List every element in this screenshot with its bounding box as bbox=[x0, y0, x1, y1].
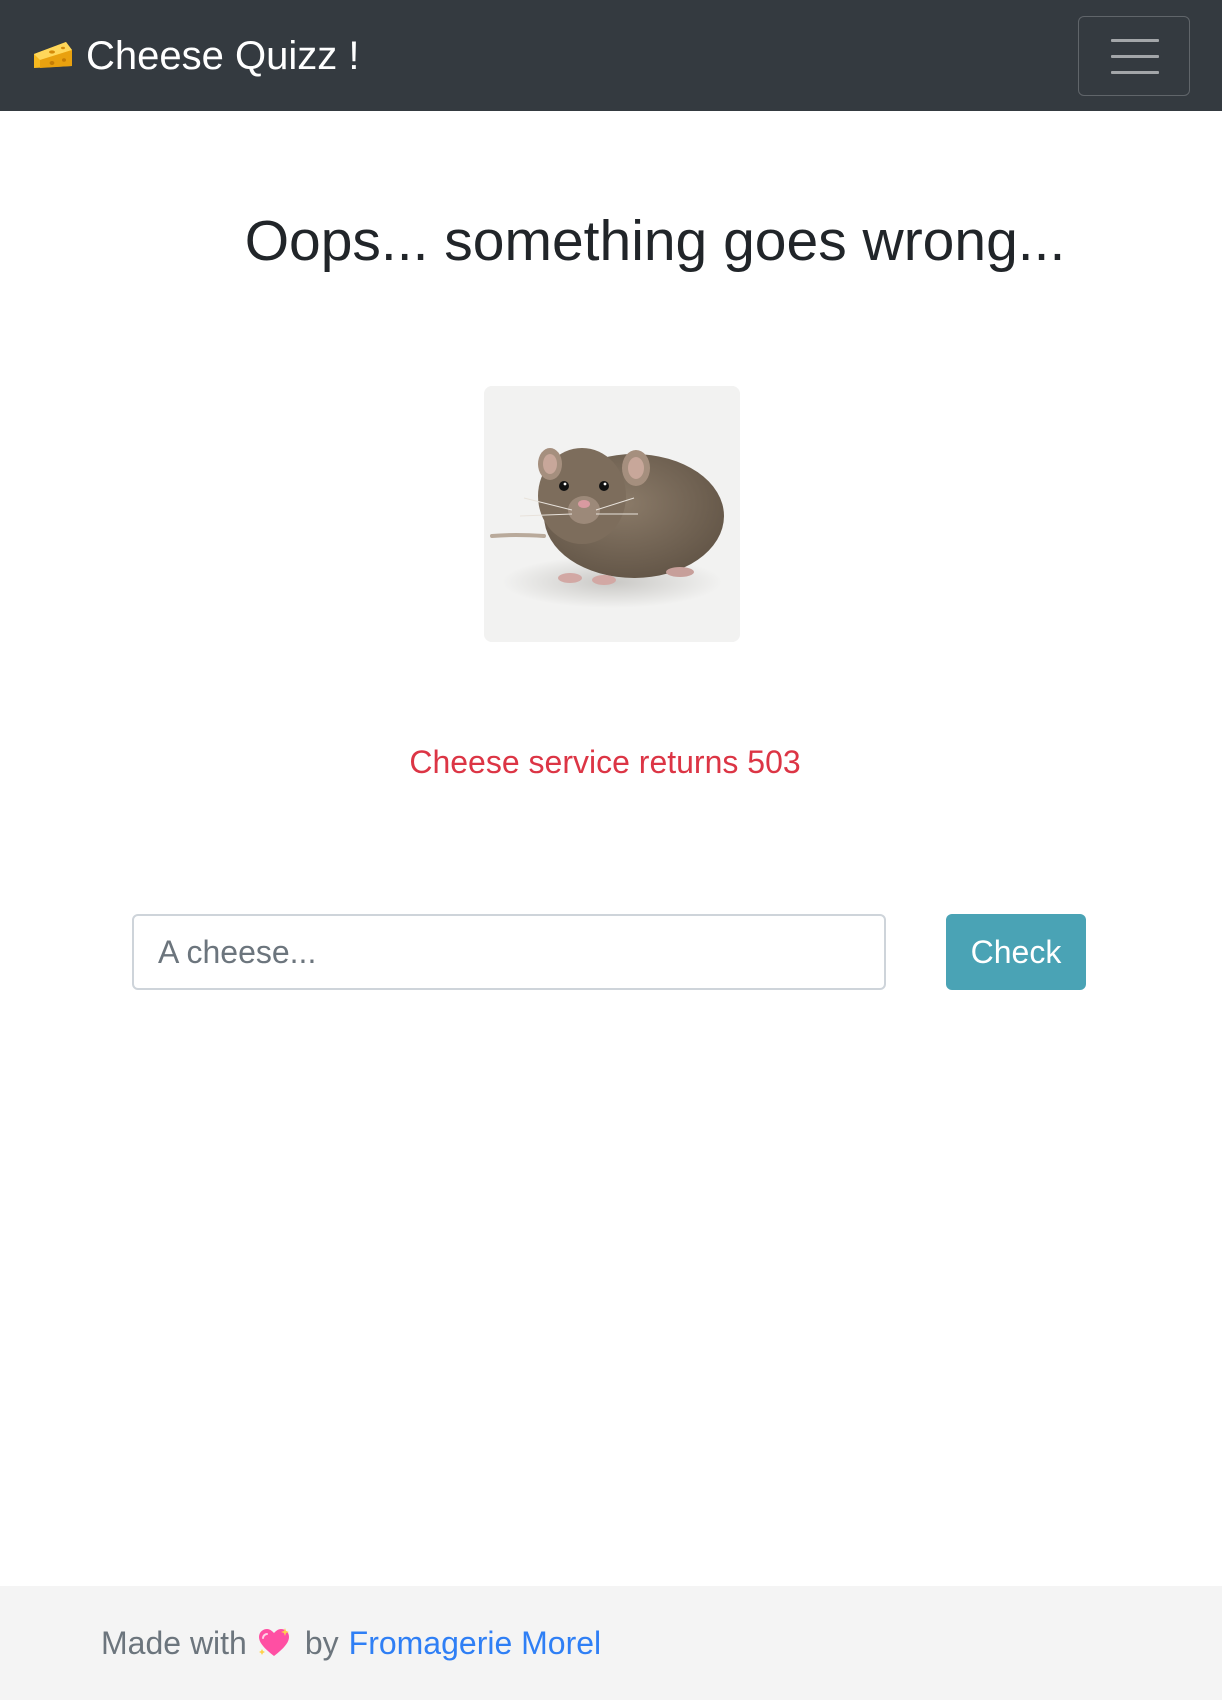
page-title: Oops... something goes wrong... bbox=[244, 209, 1066, 273]
page: Cheese Quizz ! Oops... something goes wr… bbox=[0, 0, 1222, 1700]
hamburger-menu-icon bbox=[1111, 39, 1159, 75]
footer-text: Made with by Fromagerie Morel bbox=[101, 1621, 601, 1665]
cheese-icon bbox=[34, 42, 72, 68]
footer: Made with by Fromagerie Morel bbox=[0, 1586, 1222, 1700]
footer-by: by bbox=[304, 1625, 339, 1661]
rat-image bbox=[484, 386, 740, 642]
author-link[interactable]: Fromagerie Morel bbox=[349, 1621, 602, 1665]
navbar: Cheese Quizz ! bbox=[0, 0, 1222, 111]
error-message: Cheese service returns 503 bbox=[409, 744, 801, 780]
sparkling-heart-icon bbox=[258, 1628, 289, 1656]
brand-link[interactable]: Cheese Quizz ! bbox=[32, 30, 359, 82]
brand-title: Cheese Quizz ! bbox=[86, 34, 360, 78]
footer-made-with: Made with bbox=[101, 1625, 247, 1661]
check-button[interactable]: Check bbox=[946, 914, 1086, 990]
cheese-input[interactable] bbox=[132, 914, 886, 990]
navbar-toggler-button[interactable] bbox=[1078, 16, 1190, 96]
